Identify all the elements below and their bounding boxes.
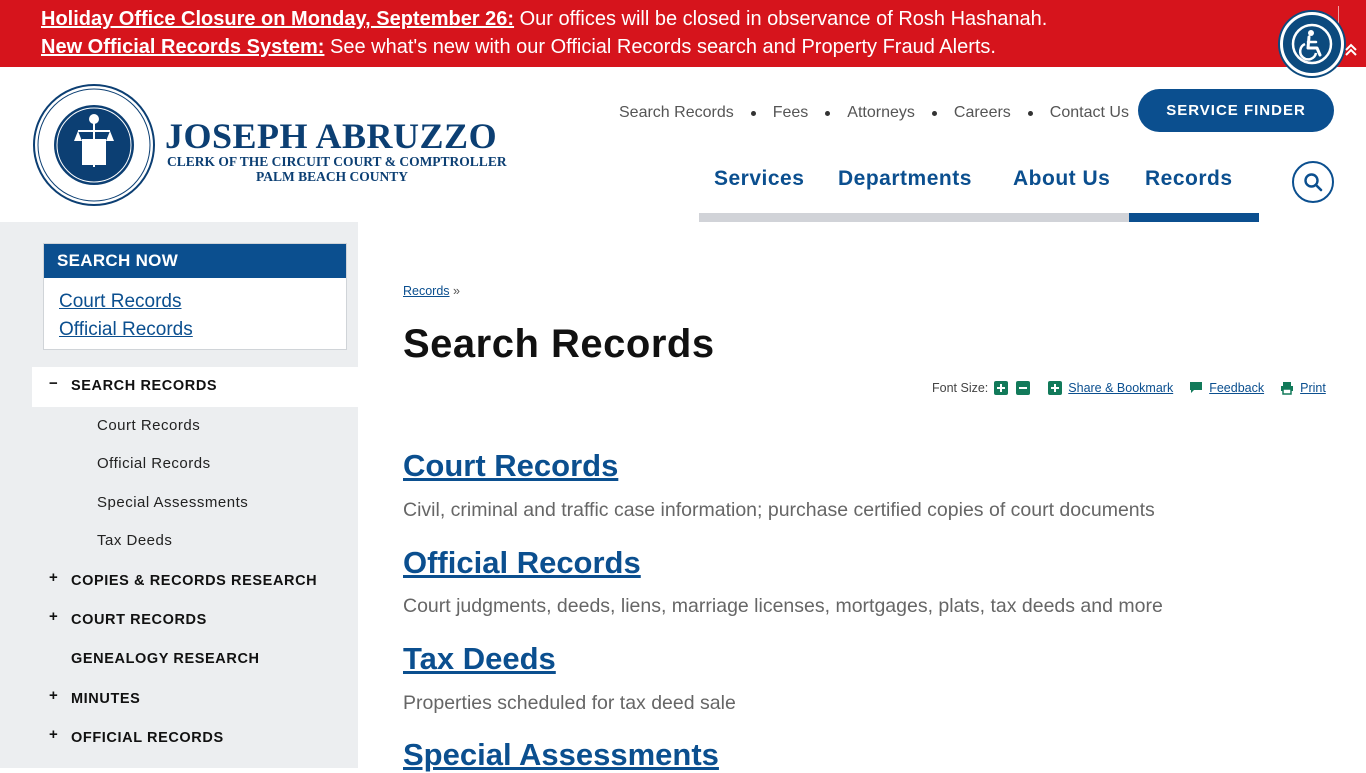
sidebar-item-official-records[interactable]: OFFICIAL RECORDS — [71, 730, 224, 746]
holiday-closure-link[interactable]: Holiday Office Closure on Monday, Septem… — [41, 8, 514, 30]
collapse-toggle[interactable]: − — [49, 375, 58, 392]
sidebar: SEARCH NOW Court Records Official Record… — [0, 222, 358, 768]
nav-separator — [825, 110, 831, 116]
result-official-records-desc: Court judgments, deeds, liens, marriage … — [403, 595, 1163, 617]
main-nav: Services Departments About Us Records — [699, 163, 1259, 222]
nav-records[interactable]: Records — [1145, 167, 1233, 191]
sidebar-subitem-court-records[interactable]: Court Records — [97, 417, 200, 434]
sidebar-item-search-records[interactable]: SEARCH RECORDS — [71, 378, 217, 394]
feedback-link[interactable]: Feedback — [1209, 381, 1264, 395]
brand-name[interactable]: JOSEPH ABRUZZO — [165, 115, 497, 157]
utility-nav: Search Records Fees Attorneys Careers Co… — [619, 104, 1129, 122]
result-court-records-desc: Civil, criminal and traffic case informa… — [403, 499, 1155, 521]
expand-toggle[interactable]: + — [49, 569, 58, 586]
result-tax-deeds-desc: Properties scheduled for tax deed sale — [403, 692, 736, 714]
sidebar-subitem-special-assessments[interactable]: Special Assessments — [97, 494, 248, 511]
sidebar-subitem-tax-deeds[interactable]: Tax Deeds — [97, 532, 172, 549]
sidebar-subitem-official-records[interactable]: Official Records — [97, 455, 211, 472]
nav-services[interactable]: Services — [714, 167, 804, 191]
result-court-records-link[interactable]: Court Records — [403, 448, 618, 484]
county-seal-logo[interactable] — [32, 83, 156, 207]
page-tools: Font Size: Share & Bookmark Feedback Pri… — [932, 381, 1326, 395]
util-link-attorneys[interactable]: Attorneys — [847, 104, 915, 122]
nav-departments[interactable]: Departments — [838, 167, 972, 191]
sidebar-item-court-records[interactable]: COURT RECORDS — [71, 612, 207, 628]
util-link-contact-us[interactable]: Contact Us — [1050, 104, 1129, 122]
alert-line: New Official Records System: See what's … — [41, 33, 1366, 61]
result-tax-deeds-link[interactable]: Tax Deeds — [403, 641, 556, 677]
nav-separator — [1027, 110, 1033, 116]
result-official-records-link[interactable]: Official Records — [403, 545, 641, 581]
search-now-heading: SEARCH NOW — [44, 244, 346, 278]
font-increase-icon[interactable] — [994, 381, 1009, 395]
breadcrumb-records-link[interactable]: Records — [403, 284, 450, 298]
search-now-court-records-link[interactable]: Court Records — [44, 288, 346, 316]
expand-toggle[interactable]: + — [49, 608, 58, 625]
alert-text: See what's new with our Official Records… — [324, 36, 996, 58]
sidebar-item-genealogy-research[interactable]: GENEALOGY RESEARCH — [71, 651, 260, 667]
site-header: JOSEPH ABRUZZO CLERK OF THE CIRCUIT COUR… — [0, 67, 1366, 222]
search-now-official-records-link[interactable]: Official Records — [44, 316, 346, 344]
util-link-careers[interactable]: Careers — [954, 104, 1011, 122]
brand-subtitle: CLERK OF THE CIRCUIT COURT & COMPTROLLER — [167, 154, 507, 169]
brand-county: PALM BEACH COUNTY — [256, 169, 409, 184]
print-link[interactable]: Print — [1300, 381, 1326, 395]
alert-line: Holiday Office Closure on Monday, Septem… — [41, 5, 1366, 33]
share-bookmark-link[interactable]: Share & Bookmark — [1068, 381, 1173, 395]
print-icon — [1281, 382, 1294, 395]
alert-bar: Holiday Office Closure on Monday, Septem… — [0, 0, 1366, 67]
site-search-button[interactable] — [1292, 161, 1334, 203]
expand-toggle[interactable]: + — [49, 726, 58, 743]
expand-toggle[interactable]: + — [49, 687, 58, 704]
service-finder-button[interactable]: SERVICE FINDER — [1138, 89, 1334, 132]
nav-separator — [931, 110, 937, 116]
page-title: Search Records — [403, 322, 715, 366]
alert-text: Our offices will be closed in observance… — [514, 8, 1048, 30]
search-now-box: SEARCH NOW Court Records Official Record… — [43, 243, 347, 350]
accessibility-icon — [1291, 23, 1333, 65]
nav-about-us[interactable]: About Us — [1013, 167, 1110, 191]
breadcrumb: Records » — [403, 284, 460, 298]
search-icon — [1304, 173, 1323, 192]
nav-separator — [750, 110, 756, 116]
official-records-system-link[interactable]: New Official Records System: — [41, 36, 324, 58]
share-icon — [1048, 381, 1063, 395]
font-decrease-icon[interactable] — [1016, 381, 1031, 395]
sidebar-item-minutes[interactable]: MINUTES — [71, 691, 140, 707]
collapse-alerts-icon[interactable] — [1343, 42, 1359, 58]
feedback-icon — [1190, 382, 1203, 393]
util-link-search-records[interactable]: Search Records — [619, 104, 734, 122]
nav-active-indicator — [1129, 213, 1259, 222]
sidebar-item-copies-records-research[interactable]: COPIES & RECORDS RESEARCH — [71, 573, 317, 589]
breadcrumb-separator: » — [449, 284, 460, 298]
font-size-label: Font Size: — [932, 381, 989, 395]
util-link-fees[interactable]: Fees — [773, 104, 809, 122]
